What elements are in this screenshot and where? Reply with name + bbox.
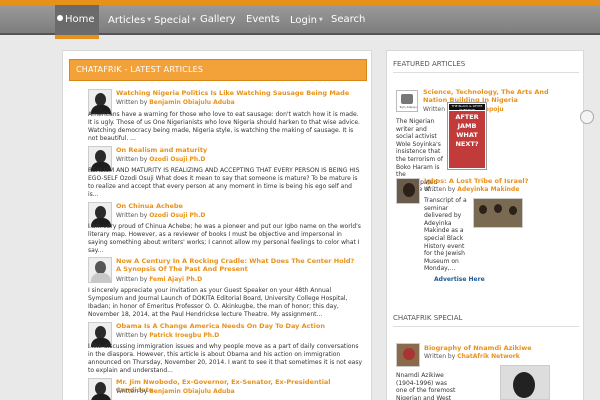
article-title-link[interactable]: On Realism and maturity: [116, 146, 361, 154]
featured-group-photo[interactable]: [473, 198, 523, 228]
nav-search-label: Search: [331, 14, 366, 25]
nav-events-label: Events: [246, 14, 280, 25]
article-excerpt: I sincerely appreciate your invitation a…: [88, 287, 348, 318]
article-title-link[interactable]: Obama Is A Change America Needs On Day T…: [116, 322, 361, 330]
author-link[interactable]: Femi Ajayi Ph.D: [149, 276, 202, 283]
nav-articles-label: Articles: [108, 15, 146, 26]
article-author: Written by Patrick Iroegbu Ph.D: [116, 332, 220, 339]
article-author: Written by Femi Ajayi Ph.D: [116, 276, 203, 283]
nav-special[interactable]: Special ▼: [154, 5, 196, 35]
azikiwe-photo[interactable]: [500, 365, 550, 400]
article-author: Written by Ozodi Osuji Ph.D: [116, 212, 206, 219]
article-title-link[interactable]: On Chinua Achebe: [116, 202, 361, 210]
dropdown-arrow-icon: ▼: [192, 17, 196, 23]
latest-articles-header: CHATAFRIK - LATEST ARTICLES: [69, 59, 367, 81]
poster-top-text: THE BLACK & WHITE QUESTION: [449, 104, 485, 112]
author-link[interactable]: Adeyinka Makinde: [457, 186, 519, 193]
featured-articles-header: FEATURED ARTICLES: [393, 55, 579, 73]
featured-photo[interactable]: [396, 178, 420, 204]
after-jamb-poster-image[interactable]: THE BLACK & WHITE QUESTION AFTER JAMB WH…: [447, 102, 487, 170]
nav-articles[interactable]: Articles ▼: [108, 5, 151, 35]
article-excerpt: Americans have a warning for those who l…: [88, 111, 360, 142]
author-photo[interactable]: [88, 257, 112, 283]
scroll-to-top-button[interactable]: [580, 110, 594, 124]
nav-home-label: Home: [65, 14, 95, 25]
featured-title-link[interactable]: Science, Technology, The Arts And Nation…: [423, 88, 573, 104]
article-excerpt: I like discussing immigration issues and…: [88, 343, 363, 374]
dropdown-arrow-icon: ▼: [147, 17, 152, 23]
article-excerpt: REALISM AND MATURITY IS REALIZING AND AC…: [88, 167, 360, 198]
logo-caption: Toyin Adepoju: [399, 106, 417, 109]
article-title-link[interactable]: Now A Century In A Rocking Cradle: What …: [116, 257, 361, 273]
article-title-link[interactable]: Watching Nigeria Politics Is Like Watchi…: [116, 89, 361, 97]
dropdown-arrow-icon: ▼: [318, 17, 323, 23]
nav-gallery[interactable]: Gallery: [200, 5, 236, 35]
nav-login-label: Login: [290, 15, 317, 26]
article-author: Written by Benjamin Obiajulu Aduba: [116, 99, 235, 106]
special-title-link[interactable]: Biography of Nnamdi Azikiwe: [424, 344, 574, 352]
featured-logo-image[interactable]: Toyin Adepoju: [396, 90, 418, 112]
nav-login[interactable]: Login ▼: [290, 5, 323, 35]
home-dot-icon: [57, 15, 63, 21]
author-link[interactable]: Ozodi Osuji Ph.D: [149, 212, 205, 219]
nav-gallery-label: Gallery: [200, 14, 236, 25]
featured-excerpt: Transcript of a seminar delivered by Ade…: [424, 197, 467, 273]
author-link[interactable]: ChatAfrik Network: [457, 353, 520, 360]
featured-author: Written by Adeyinka Makinde: [424, 186, 520, 193]
main-navbar: Home Articles ▼ Special ▼ Gallery Events L…: [0, 5, 600, 35]
author-link[interactable]: Patrick Iroegbu Ph.D: [149, 332, 219, 339]
article-author: Written by Ozodi Osuji Ph.D: [116, 156, 206, 163]
author-link[interactable]: Benjamin Obiajulu Aduba: [149, 99, 235, 106]
active-nav-indicator: [55, 35, 99, 39]
featured-title-link[interactable]: Igbos: A Lost Tribe of Israel?: [424, 177, 574, 185]
camera-icon: [401, 94, 413, 104]
author-link[interactable]: Ozodi Osuji Ph.D: [149, 156, 205, 163]
nav-special-label: Special: [154, 15, 191, 26]
nav-home[interactable]: Home: [55, 5, 99, 35]
special-excerpt: Nnamdi Azikiwe (1904-1996) was one of th…: [396, 372, 456, 400]
advertise-here-link[interactable]: Advertise Here: [434, 276, 485, 283]
nav-search[interactable]: Search: [331, 5, 365, 35]
special-thumb[interactable]: [396, 343, 420, 367]
chatafrik-special-header: CHATAFRIK SPECIAL: [393, 309, 579, 327]
article-author: Written by Benjamin Obiajulu Aduba: [116, 388, 235, 395]
article-excerpt: I am very proud of Chinua Achebe; he was…: [88, 223, 361, 254]
author-photo[interactable]: [88, 378, 112, 400]
nav-events[interactable]: Events: [246, 5, 280, 35]
author-link[interactable]: Benjamin Obiajulu Aduba: [149, 388, 235, 395]
special-author: Written by ChatAfrik Network: [424, 353, 520, 360]
poster-red-block: AFTER JAMB WHAT NEXT?: [449, 111, 485, 168]
